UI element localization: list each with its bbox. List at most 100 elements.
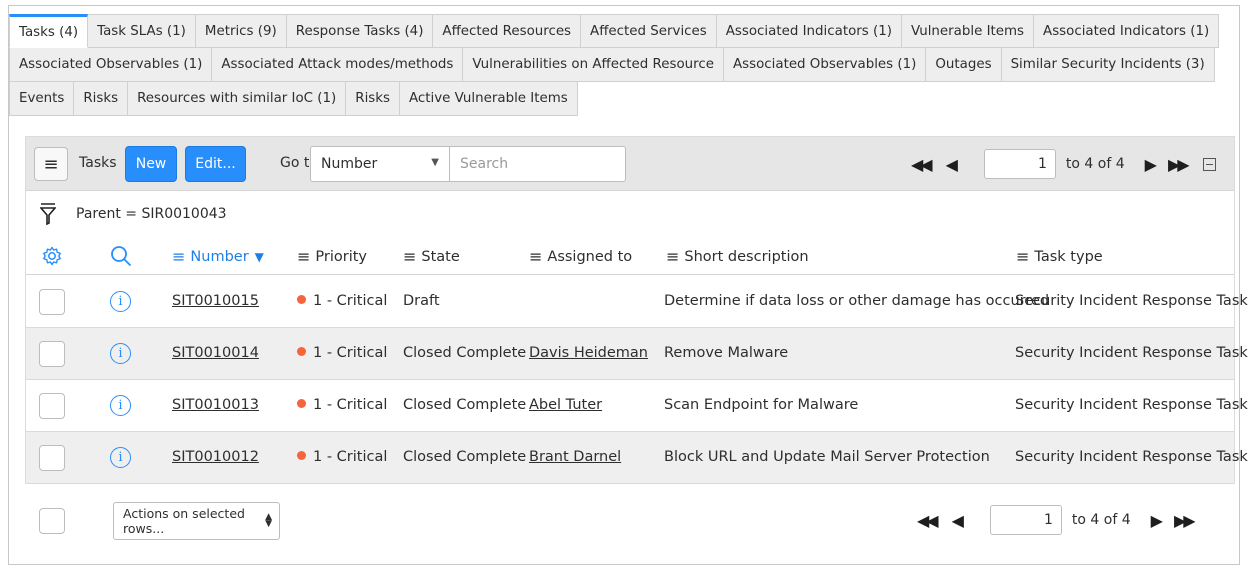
tab-events[interactable]: Events (9, 82, 75, 116)
row-checkbox[interactable] (39, 341, 65, 367)
tab-row-3: Events Risks Resources with similar IoC … (9, 82, 1177, 116)
tab-vulnerable-items[interactable]: Vulnerable Items (901, 14, 1035, 48)
tab-resources-similar-ioc[interactable]: Resources with similar IoC (1) (128, 82, 347, 116)
column-number[interactable]: ≡ Number ▼ (172, 247, 264, 266)
priority-cell: 1 - Critical (297, 397, 387, 413)
last-page-icon[interactable]: ▶▶ (1174, 511, 1196, 530)
column-short-description[interactable]: ≡ Short description (666, 247, 809, 266)
top-pagination: ◀◀ ◀ 1 to 4 of 4 ▶ ▶▶ (911, 149, 1216, 179)
tab-associated-indicators[interactable]: Associated Indicators (1) (716, 14, 902, 48)
tab-affected-services[interactable]: Affected Services (581, 14, 717, 48)
goto-field-select[interactable]: Number ▼ (310, 146, 450, 182)
edit-button[interactable]: Edit... (185, 146, 246, 182)
select-arrows-icon: ▲ ▼ (265, 512, 272, 529)
actions-select[interactable]: Actions on selected rows... ▲ ▼ (113, 502, 280, 540)
task-type-cell: Security Incident Response Task (1015, 345, 1248, 361)
short-description-cell: Determine if data loss or other damage h… (664, 293, 1050, 309)
filter-condition[interactable]: Parent = SIR0010043 (76, 206, 227, 222)
task-type-cell: Security Incident Response Task (1015, 449, 1248, 465)
list-menu-button[interactable]: ≡ (34, 147, 68, 181)
priority-cell: 1 - Critical (297, 345, 387, 361)
task-number-link[interactable]: SIT0010013 (172, 397, 259, 413)
tasks-list-panel: ≡ Tasks New Edit... Go to Number ▼ ◀◀ ◀ … (25, 136, 1248, 540)
list-title: Tasks (79, 155, 117, 171)
short-description-cell: Block URL and Update Mail Server Protect… (664, 449, 990, 465)
task-number-link[interactable]: SIT0010015 (172, 293, 259, 309)
table-row: i SIT0010014 1 - Critical Closed Complet… (26, 328, 1248, 380)
critical-dot-icon (297, 347, 306, 356)
info-icon[interactable]: i (110, 291, 131, 312)
hamburger-icon: ≡ (43, 153, 59, 175)
info-icon[interactable]: i (110, 395, 131, 416)
column-menu-icon[interactable]: ≡ (1016, 247, 1029, 266)
tab-task-slas[interactable]: Task SLAs (1) (88, 14, 196, 48)
table-row: i SIT0010012 1 - Critical Closed Complet… (26, 432, 1248, 484)
page-number-input[interactable]: 1 (989, 505, 1062, 535)
column-menu-icon[interactable]: ≡ (172, 247, 185, 266)
tab-outages[interactable]: Outages (926, 48, 1002, 82)
table-row: i SIT0010013 1 - Critical Closed Complet… (26, 380, 1248, 432)
column-menu-icon[interactable]: ≡ (529, 247, 542, 266)
tab-tasks[interactable]: Tasks (4) (9, 14, 89, 48)
next-page-icon[interactable]: ▶ (1151, 511, 1163, 530)
related-list-tabs: Tasks (4) Task SLAs (1) Metrics (9) Resp… (9, 14, 1220, 116)
table-row: i SIT0010015 1 - Critical Draft Determin… (26, 276, 1248, 328)
column-task-type[interactable]: ≡ Task type (1016, 247, 1103, 266)
column-menu-icon[interactable]: ≡ (297, 247, 310, 266)
first-page-icon[interactable]: ◀◀ (911, 155, 933, 174)
tab-active-vulnerable-items[interactable]: Active Vulnerable Items (400, 82, 578, 116)
info-icon[interactable]: i (110, 447, 131, 468)
search-input[interactable] (450, 146, 626, 182)
info-icon[interactable]: i (110, 343, 131, 364)
last-page-icon[interactable]: ▶▶ (1168, 155, 1190, 174)
critical-dot-icon (297, 451, 306, 460)
state-cell: Draft (403, 293, 440, 309)
assigned-to-link[interactable]: Abel Tuter (529, 397, 602, 413)
task-number-link[interactable]: SIT0010012 (172, 449, 259, 465)
prev-page-icon[interactable]: ◀ (952, 511, 964, 530)
table-header: ≡ Number ▼ ≡ Priority ≡ State ≡ Assigned… (26, 237, 1234, 275)
select-all-checkbox[interactable] (39, 508, 65, 534)
next-page-icon[interactable]: ▶ (1145, 155, 1157, 174)
tab-response-tasks[interactable]: Response Tasks (4) (286, 14, 434, 48)
search-icon[interactable] (110, 245, 132, 267)
state-cell: Closed Complete (403, 397, 527, 413)
tab-associated-observables-2[interactable]: Associated Observables (1) (723, 48, 927, 82)
row-checkbox[interactable] (39, 393, 65, 419)
row-checkbox[interactable] (39, 445, 65, 471)
gear-icon[interactable] (42, 246, 62, 266)
tab-associated-observables[interactable]: Associated Observables (1) (9, 48, 213, 82)
row-checkbox[interactable] (39, 289, 65, 315)
funnel-icon[interactable] (40, 203, 56, 225)
collapse-icon[interactable] (1202, 157, 1216, 171)
task-number-link[interactable]: SIT0010014 (172, 345, 259, 361)
tab-associated-attack-modes[interactable]: Associated Attack modes/methods (212, 48, 464, 82)
assigned-to-link[interactable]: Brant Darnel (529, 449, 621, 465)
new-button[interactable]: New (125, 146, 177, 182)
critical-dot-icon (297, 295, 306, 304)
prev-page-icon[interactable]: ◀ (946, 155, 958, 174)
column-priority[interactable]: ≡ Priority (297, 247, 367, 266)
critical-dot-icon (297, 399, 306, 408)
tab-associated-indicators-2[interactable]: Associated Indicators (1) (1034, 14, 1220, 48)
tab-metrics[interactable]: Metrics (9) (195, 14, 287, 48)
column-menu-icon[interactable]: ≡ (666, 247, 679, 266)
assigned-to-link[interactable]: Davis Heideman (529, 345, 648, 361)
column-menu-icon[interactable]: ≡ (403, 247, 416, 266)
tab-affected-resources[interactable]: Affected Resources (433, 14, 582, 48)
first-page-icon[interactable]: ◀◀ (917, 511, 939, 530)
tab-risks-2[interactable]: Risks (346, 82, 400, 116)
column-assigned-to[interactable]: ≡ Assigned to (529, 247, 632, 266)
caret-down-icon: ▼ (431, 157, 439, 168)
list-toolbar: ≡ Tasks New Edit... Go to Number ▼ ◀◀ ◀ … (26, 137, 1234, 191)
tab-risks[interactable]: Risks (74, 82, 129, 116)
sort-desc-icon: ▼ (254, 249, 264, 264)
column-state[interactable]: ≡ State (403, 247, 460, 266)
state-cell: Closed Complete (403, 345, 527, 361)
priority-cell: 1 - Critical (297, 449, 387, 465)
page-range-text: to 4 of 4 (1071, 512, 1131, 528)
tab-similar-security-incidents[interactable]: Similar Security Incidents (3) (1001, 48, 1215, 82)
tab-vulnerabilities-affected-resource[interactable]: Vulnerabilities on Affected Resource (463, 48, 724, 82)
page-number-input[interactable]: 1 (983, 149, 1056, 179)
state-cell: Closed Complete (403, 449, 527, 465)
